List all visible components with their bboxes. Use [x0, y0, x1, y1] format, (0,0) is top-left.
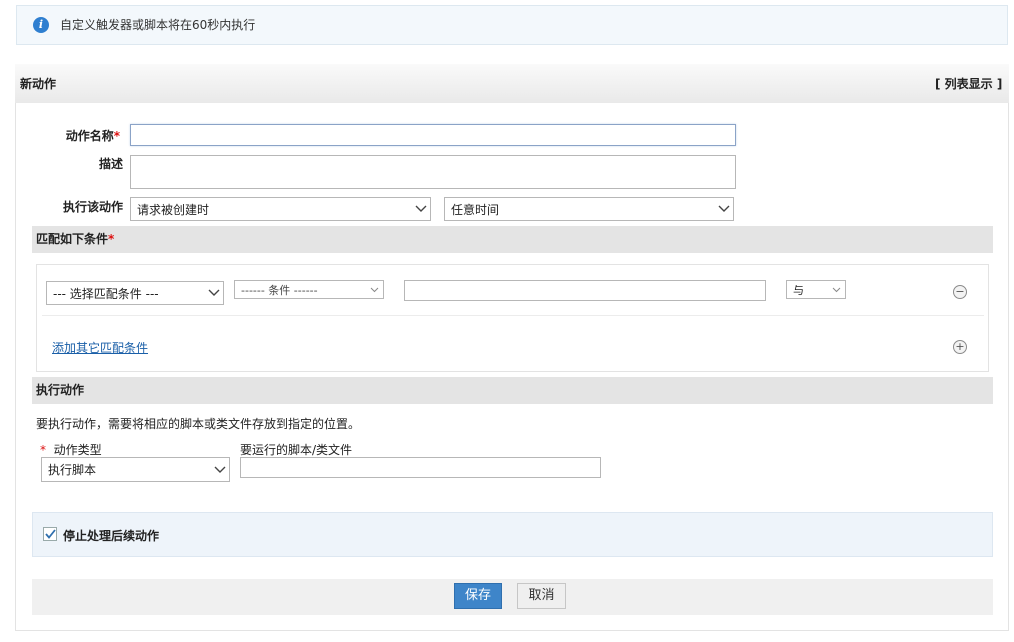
remove-condition-icon[interactable]: − [953, 285, 967, 299]
save-button[interactable]: 保存 [454, 583, 502, 609]
chevron-down-icon [827, 287, 845, 293]
trigger-event-select[interactable]: 请求被创建时 [130, 197, 431, 221]
add-condition-link[interactable]: 添加其它匹配条件 [52, 339, 148, 356]
logic-value: 与 [793, 283, 804, 297]
chevron-down-icon [205, 289, 223, 297]
trigger-event-value: 请求被创建时 [137, 202, 210, 217]
description-label: 描述 [98, 157, 123, 171]
conditions-section-header: 匹配如下条件* [32, 226, 993, 253]
chevron-down-icon [412, 205, 430, 213]
script-file-label: 要运行的脚本/类文件 [240, 443, 353, 457]
logic-select[interactable]: 与 [786, 280, 846, 299]
match-condition-select[interactable]: --- 选择匹配条件 --- [46, 281, 224, 305]
action-name-label: 动作名称* [65, 129, 120, 143]
info-icon: i [33, 17, 49, 33]
info-banner: i 自定义触发器或脚本将在60秒内执行 [16, 5, 1008, 45]
add-condition-icon[interactable]: + [953, 340, 967, 354]
action-section-header: 执行动作 [32, 377, 993, 404]
info-message: 自定义触发器或脚本将在60秒内执行 [60, 18, 256, 32]
chevron-down-icon [715, 205, 733, 213]
description-textarea[interactable] [130, 155, 736, 189]
cancel-button[interactable]: 取消 [517, 583, 566, 609]
stop-processing-checkbox[interactable] [43, 527, 57, 541]
list-view-link[interactable]: [ 列表显示 ] [935, 75, 1002, 92]
action-type-select[interactable]: 执行脚本 [41, 457, 230, 482]
panel-header [15, 64, 1009, 103]
action-type-label: * 动作类型 [40, 443, 102, 458]
operator-value: ------ 条件 ------ [241, 283, 318, 297]
match-condition-value: --- 选择匹配条件 --- [53, 286, 159, 301]
action-type-value: 执行脚本 [48, 463, 97, 477]
trigger-time-value: 任意时间 [451, 202, 500, 217]
chevron-down-icon [365, 287, 383, 293]
condition-value-input[interactable] [404, 280, 766, 301]
checkmark-icon [44, 529, 56, 539]
stop-processing-label: 停止处理后续动作 [63, 529, 160, 543]
execute-label: 执行该动作 [62, 200, 123, 214]
panel-title: 新动作 [20, 77, 57, 91]
chevron-down-icon [211, 466, 229, 474]
required-mark: * [113, 129, 120, 143]
button-bar [32, 579, 993, 615]
trigger-time-select[interactable]: 任意时间 [444, 197, 734, 221]
conditions-divider [42, 315, 984, 316]
action-name-input[interactable] [130, 124, 736, 146]
operator-select[interactable]: ------ 条件 ------ [234, 280, 384, 299]
action-note: 要执行动作，需要将相应的脚本或类文件存放到指定的位置。 [36, 417, 361, 431]
stop-processing-box [32, 512, 993, 557]
script-file-input[interactable] [240, 457, 601, 478]
